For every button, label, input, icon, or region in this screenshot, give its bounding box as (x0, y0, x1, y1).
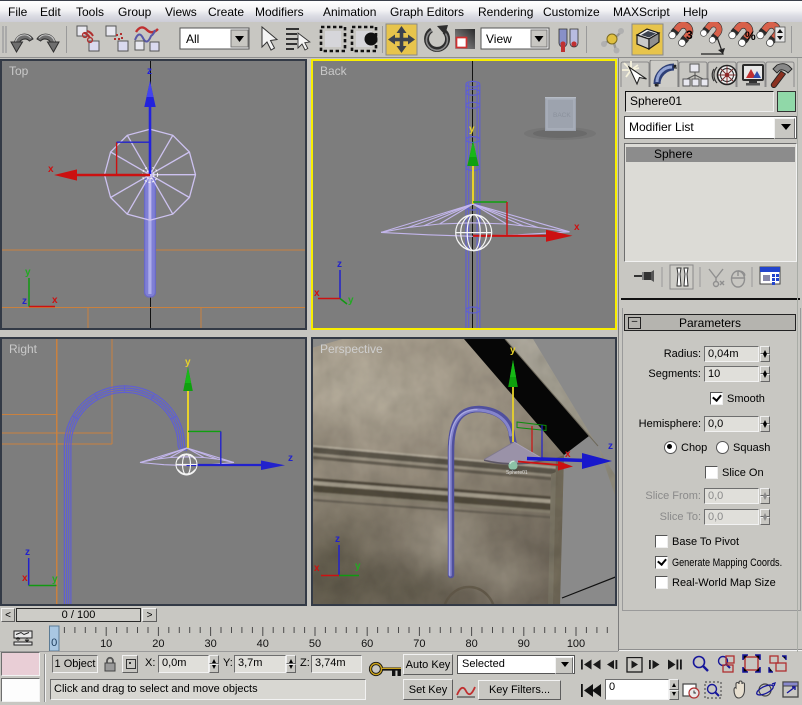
svg-text:z: z (288, 453, 293, 464)
svg-text:z: z (147, 66, 152, 77)
svg-text:y: y (185, 357, 191, 368)
svg-text:3: 3 (686, 28, 693, 42)
svg-text:z: z (608, 441, 613, 452)
svg-text:y: y (510, 345, 516, 356)
svg-text:x: x (314, 288, 320, 299)
svg-text:20: 20 (152, 638, 164, 650)
svg-text:y: y (469, 124, 475, 135)
svg-text:x: x (574, 222, 580, 233)
svg-text:50: 50 (309, 638, 321, 650)
svg-text:x: x (52, 295, 58, 306)
svg-text:x: x (48, 164, 54, 175)
svg-text:z: z (22, 296, 27, 307)
svg-text:x: x (314, 563, 320, 574)
svg-text:40: 40 (257, 638, 269, 650)
svg-text:View: View (486, 32, 512, 46)
svg-text:0: 0 (51, 637, 57, 649)
svg-text:x: x (22, 573, 28, 584)
svg-text:BACK: BACK (553, 112, 571, 119)
svg-text:60: 60 (361, 638, 373, 650)
svg-text:y: y (348, 295, 354, 306)
svg-text:80: 80 (465, 638, 477, 650)
svg-text:z: z (25, 547, 30, 558)
svg-text:y: y (355, 561, 361, 572)
svg-text:z: z (337, 259, 342, 270)
svg-text:%: % (745, 29, 756, 43)
svg-text:All: All (186, 32, 199, 46)
svg-text:Sphere01: Sphere01 (506, 470, 528, 476)
svg-text:70: 70 (413, 638, 425, 650)
svg-text:90: 90 (518, 638, 530, 650)
svg-text:100: 100 (567, 638, 585, 650)
svg-text:30: 30 (204, 638, 216, 650)
svg-text:10: 10 (100, 638, 112, 650)
svg-text:z: z (335, 534, 340, 545)
svg-text:y: y (52, 574, 58, 585)
svg-text:y: y (25, 267, 31, 278)
